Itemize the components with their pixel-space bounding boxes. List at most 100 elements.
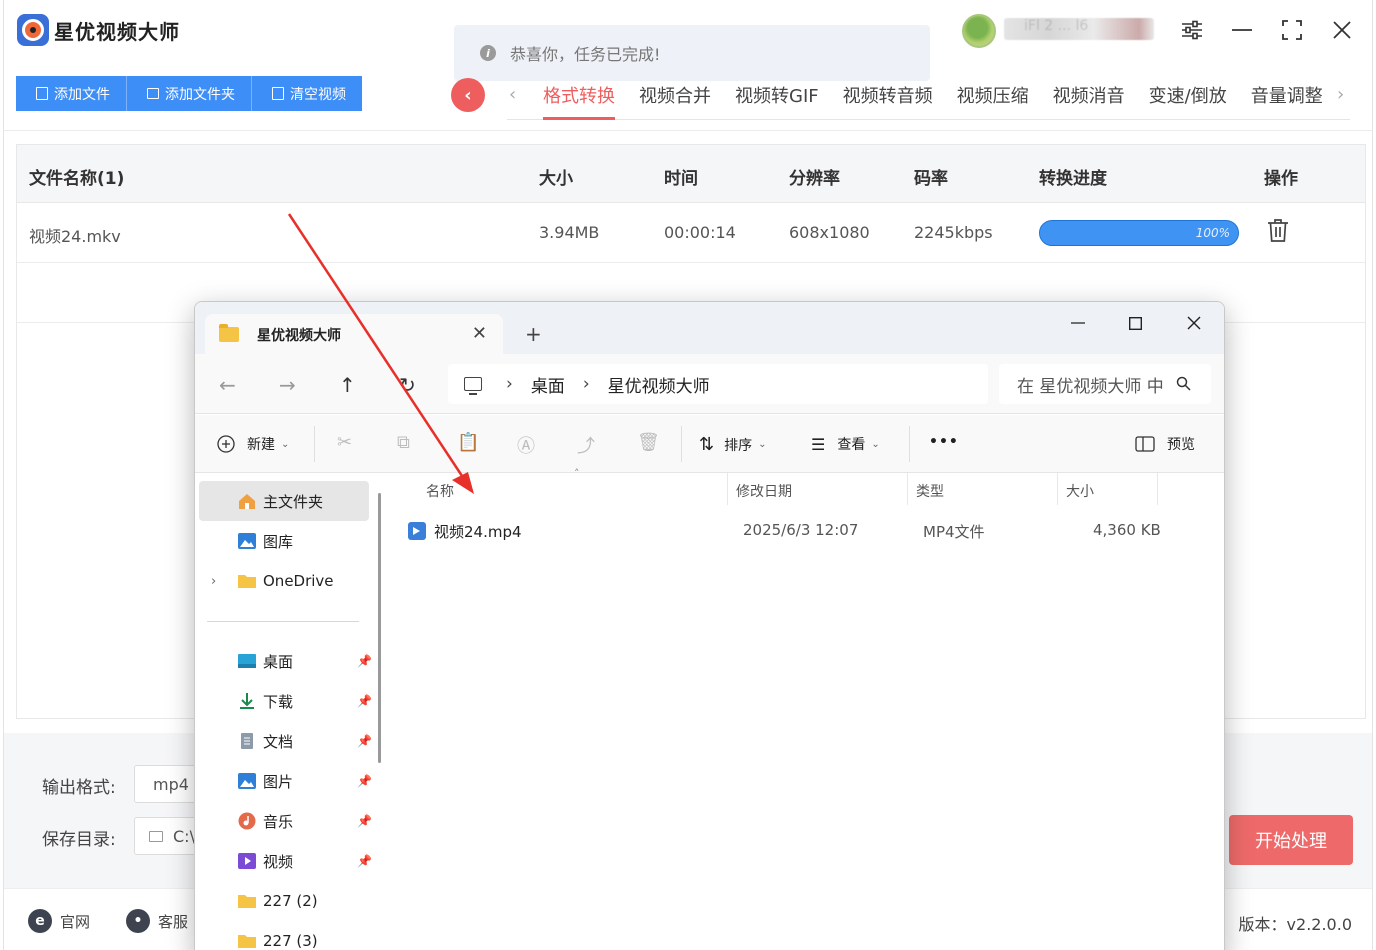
pin-icon[interactable]: 📌 <box>357 694 372 708</box>
sidebar-item-desktop[interactable]: 桌面 📌 <box>199 641 372 681</box>
website-link[interactable]: e 官网 <box>28 909 90 933</box>
tabs-next-icon[interactable]: › <box>1337 84 1344 105</box>
share-icon[interactable]: ⤴ <box>577 432 595 458</box>
sidebar-item-downloads[interactable]: 下载 📌 <box>199 681 372 721</box>
close-icon[interactable] <box>1179 310 1209 336</box>
back-arrow-icon[interactable]: ← <box>219 373 236 397</box>
add-folder-button[interactable]: 添加文件夹 <box>127 76 252 111</box>
breadcrumb-current[interactable]: 星优视频大师 <box>608 372 710 397</box>
col-name-header[interactable]: 名称 <box>418 481 454 505</box>
support-link[interactable]: • 客服 <box>126 909 188 933</box>
delete-icon[interactable] <box>1267 219 1289 247</box>
copy-icon[interactable]: ⧉ <box>397 432 410 453</box>
pin-icon[interactable]: 📌 <box>357 654 372 668</box>
search-icon <box>1176 376 1191 396</box>
new-label: 新建 <box>247 437 275 453</box>
success-toast: i 恭喜你，任务已完成! <box>454 25 930 81</box>
maximize-icon[interactable] <box>1120 310 1150 336</box>
cut-icon[interactable]: ✂ <box>337 432 352 453</box>
preview-button[interactable]: 预览 <box>1135 434 1195 454</box>
sidebar-item-onedrive[interactable]: › OneDrive <box>199 561 369 601</box>
computer-icon <box>464 377 482 395</box>
explorer-titlebar: 星优视频大师 ✕ + <box>195 302 1224 355</box>
sidebar-label: 227 (2) <box>263 892 318 910</box>
folder-icon <box>149 830 163 842</box>
desktop-icon <box>238 654 256 668</box>
minimize-icon[interactable] <box>1226 14 1258 46</box>
back-icon[interactable]: ‹ <box>451 78 485 112</box>
sidebar-label: 音乐 <box>263 812 294 831</box>
breadcrumb-chevron-icon[interactable]: › <box>583 374 590 394</box>
breadcrumb[interactable]: › 桌面 › 星优视频大师 <box>448 364 988 404</box>
tab-item[interactable]: 视频转GIF <box>735 82 819 120</box>
more-options-icon[interactable]: ••• <box>929 434 959 450</box>
forward-arrow-icon[interactable]: → <box>279 373 296 397</box>
tab-item[interactable]: 视频合并 <box>639 82 711 120</box>
col-size-header[interactable]: 大小 <box>1058 481 1094 505</box>
sidebar-item-videos[interactable]: 视频 📌 <box>199 841 372 881</box>
sidebar-scrollbar[interactable] <box>378 493 381 763</box>
breadcrumb-chevron-icon[interactable]: › <box>506 374 513 394</box>
minimize-icon[interactable] <box>1063 310 1093 336</box>
save-dir-value: C:\ <box>173 826 195 846</box>
sidebar-item-music[interactable]: 音乐 📌 <box>199 801 372 841</box>
table-header: 文件名称(1) 大小 时间 分辨率 码率 转换进度 操作 <box>17 145 1365 203</box>
col-modified-header[interactable]: 修改日期 <box>728 481 792 505</box>
pin-icon[interactable]: 📌 <box>357 774 372 788</box>
search-input[interactable]: 在 星优视频大师 中 <box>999 364 1211 404</box>
tabs-prev-icon[interactable]: ‹ <box>509 84 516 105</box>
sort-button[interactable]: ⇅ 排序 ⌄ <box>699 434 766 455</box>
pin-icon[interactable]: 📌 <box>357 854 372 868</box>
sidebar-item-folder[interactable]: 227 (2) <box>199 881 369 921</box>
chevron-right-icon[interactable]: › <box>211 574 216 589</box>
paste-icon[interactable]: 📋 <box>457 432 479 453</box>
sidebar-label: 文档 <box>263 732 294 751</box>
sidebar-item-documents[interactable]: 文档 📌 <box>199 721 372 761</box>
table-row[interactable]: 视频24.mkv 3.94MB 00:00:14 608x1080 2245kb… <box>17 203 1365 263</box>
tab-item[interactable]: 格式转换 <box>543 82 615 120</box>
file-icon <box>36 87 48 100</box>
row-duration: 00:00:14 <box>664 223 736 242</box>
tab-item[interactable]: 音量调整 <box>1251 82 1323 120</box>
explorer-tab[interactable]: 星优视频大师 ✕ <box>205 314 503 355</box>
music-icon <box>238 812 256 830</box>
file-name: 视频24.mp4 <box>434 522 522 541</box>
tab-item[interactable]: 变速/倒放 <box>1149 82 1227 120</box>
view-button[interactable]: ☰ 查看 ⌄ <box>811 434 880 454</box>
new-tab-icon[interactable]: + <box>525 322 542 346</box>
col-type-header[interactable]: 类型 <box>908 481 944 505</box>
close-icon[interactable] <box>1326 14 1358 46</box>
start-processing-button[interactable]: 开始处理 <box>1229 815 1353 865</box>
user-avatar[interactable] <box>962 14 996 48</box>
rename-icon[interactable]: Ⓐ <box>517 432 535 458</box>
new-button[interactable]: 新建 ⌄ <box>217 434 289 454</box>
sidebar-label: 视频 <box>263 852 294 871</box>
sort-icon: ⇅ <box>699 434 715 455</box>
add-file-button[interactable]: 添加文件 <box>16 76 127 111</box>
sidebar-item-gallery[interactable]: 图库 <box>199 521 369 561</box>
pin-icon[interactable]: 📌 <box>357 734 372 748</box>
add-folder-label: 添加文件夹 <box>165 86 235 103</box>
refresh-icon[interactable]: ↻ <box>399 373 416 397</box>
clear-videos-button[interactable]: 清空视频 <box>252 76 362 111</box>
download-icon <box>240 693 254 709</box>
breadcrumb-desktop[interactable]: 桌面 <box>531 372 565 397</box>
up-arrow-icon[interactable]: ↑ <box>339 373 356 397</box>
pin-icon[interactable]: 📌 <box>357 814 372 828</box>
video-icon <box>238 853 256 869</box>
sidebar-item-pictures[interactable]: 图片 📌 <box>199 761 372 801</box>
sort-label: 排序 <box>724 437 753 454</box>
sidebar-item-home[interactable]: 主文件夹 <box>199 481 369 521</box>
tab-item[interactable]: 视频消音 <box>1053 82 1125 120</box>
col-progress: 转换进度 <box>1039 169 1107 189</box>
tab-item[interactable]: 视频压缩 <box>957 82 1029 120</box>
delete-icon[interactable]: 🗑 <box>637 432 660 453</box>
fullscreen-icon[interactable] <box>1276 14 1308 46</box>
user-name[interactable]: iFl 2 ... l6 <box>1004 18 1154 40</box>
close-tab-icon[interactable]: ✕ <box>472 323 487 344</box>
sidebar-item-folder[interactable]: 227 (3) <box>199 921 369 950</box>
column-divider[interactable] <box>1157 473 1158 505</box>
toast-message: 恭喜你，任务已完成! <box>510 45 661 64</box>
settings-sliders-icon[interactable] <box>1176 14 1208 46</box>
tab-item[interactable]: 视频转音频 <box>843 82 933 120</box>
